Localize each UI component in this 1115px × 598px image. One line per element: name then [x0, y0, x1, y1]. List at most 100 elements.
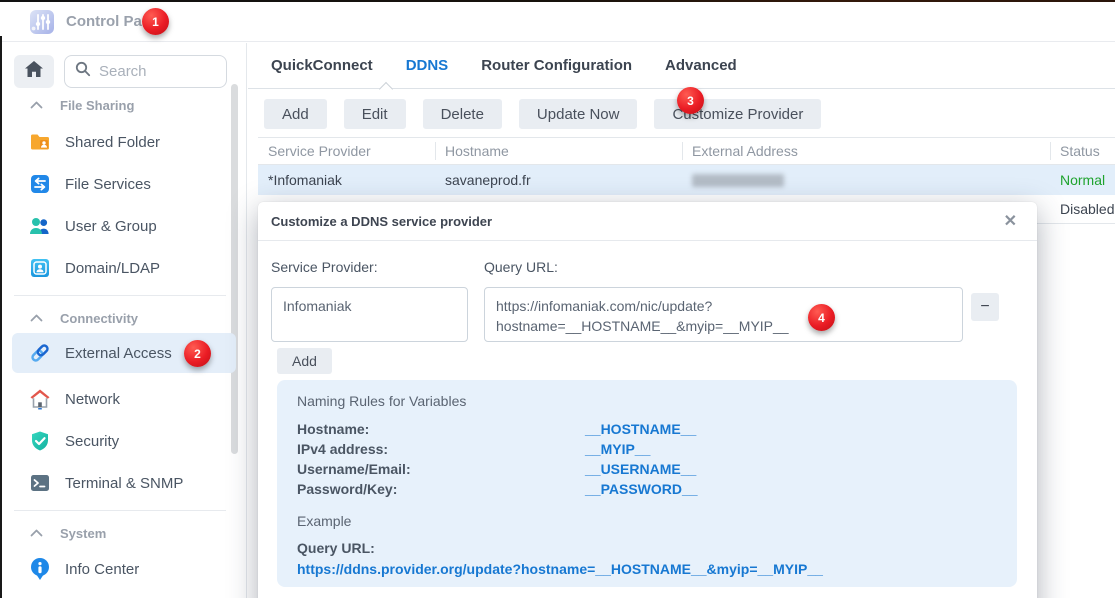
dialog-add-button[interactable]: Add [277, 348, 332, 374]
tab-advanced[interactable]: Advanced [661, 57, 741, 74]
cell-status: Normal [1050, 165, 1115, 195]
sidebar-item-user-group[interactable]: User & Group [12, 206, 236, 246]
example-query-url[interactable]: https://ddns.provider.org/update?hostnam… [297, 561, 823, 577]
edit-button[interactable]: Edit [344, 99, 406, 129]
naming-rules-title: Naming Rules for Variables [297, 393, 466, 409]
variable-label: Hostname: [297, 421, 369, 437]
chevron-up-icon [30, 314, 43, 322]
service-provider-value: Infomaniak [283, 296, 456, 316]
titlebar: Control Panel 1 [0, 2, 1115, 42]
cell-service-provider: *Infomaniak [258, 165, 435, 195]
example-query-url-label: Query URL: [297, 540, 375, 556]
cell-status: Disabled [1050, 195, 1115, 223]
sidebar-item-label: Network [65, 391, 120, 408]
user-group-icon [28, 214, 52, 238]
sidebar-item-label: File Services [65, 176, 151, 193]
variable-row-hostname: Hostname: __HOSTNAME__ [297, 421, 369, 441]
chevron-up-icon [30, 529, 43, 537]
annotation-badge-2: 2 [184, 340, 211, 367]
sidebar-item-network[interactable]: Network [12, 379, 236, 419]
query-url-input[interactable]: https://infomaniak.com/nic/update? hostn… [484, 287, 963, 342]
control-panel-icon [29, 9, 55, 40]
sidebar-item-label: Shared Folder [65, 134, 160, 151]
sidebar-item-label: Security [65, 433, 119, 450]
sidebar-item-shared-folder[interactable]: Shared Folder [12, 122, 236, 162]
tab-router-configuration[interactable]: Router Configuration [477, 57, 636, 74]
variable-row-password: Password/Key: __PASSWORD__ [297, 481, 397, 501]
section-header-connectivity[interactable]: Connectivity [2, 308, 226, 328]
annotation-badge-1: 1 [142, 8, 169, 35]
section-label: System [60, 526, 106, 541]
ddns-toolbar: Add Edit Delete Update Now Customize Pro… [264, 99, 821, 129]
column-header-status[interactable]: Status [1050, 138, 1115, 164]
window-top-edge [0, 0, 1115, 2]
sidebar-item-domain-ldap[interactable]: Domain/LDAP [12, 248, 236, 288]
variable-value: __USERNAME__ [585, 461, 696, 477]
variable-row-username: Username/Email: __USERNAME__ [297, 461, 411, 481]
tab-bar: QuickConnect DDNS Router Configuration A… [248, 43, 1115, 89]
delete-button[interactable]: Delete [423, 99, 502, 129]
dialog-header: Customize a DDNS service provider ✕ [258, 202, 1037, 241]
main-content: QuickConnect DDNS Router Configuration A… [248, 43, 1115, 598]
sidebar-divider [14, 510, 226, 511]
sidebar-divider [14, 295, 226, 296]
sidebar-item-terminal-snmp[interactable]: Terminal & SNMP [12, 463, 236, 503]
column-header-service-provider[interactable]: Service Provider [258, 138, 435, 164]
tab-quickconnect[interactable]: QuickConnect [267, 57, 377, 74]
section-header-file-sharing[interactable]: File Sharing [2, 95, 226, 115]
sidebar: File Sharing Shared Folder [2, 43, 247, 598]
variable-label: IPv4 address: [297, 441, 388, 457]
variable-label: Username/Email: [297, 461, 411, 477]
cell-external-address [682, 165, 1050, 195]
sidebar-item-external-access[interactable]: External Access 2 [12, 333, 236, 373]
home-button[interactable] [14, 55, 54, 88]
annotation-badge-4: 4 [808, 304, 835, 331]
query-url-line-1: https://infomaniak.com/nic/update? [496, 296, 951, 316]
query-url-line-2: hostname=__HOSTNAME__&myip=__MYIP__ [496, 316, 951, 336]
control-panel-window: Control Panel 1 File Sharing [0, 0, 1115, 598]
chevron-up-icon [30, 101, 43, 109]
search-input[interactable] [99, 63, 214, 80]
variable-value: __HOSTNAME__ [585, 421, 696, 437]
file-services-icon [28, 172, 52, 196]
variable-value: __MYIP__ [585, 441, 650, 457]
home-icon [24, 60, 44, 83]
variable-label: Password/Key: [297, 481, 397, 497]
sidebar-item-label: Terminal & SNMP [65, 475, 183, 492]
section-header-system[interactable]: System [2, 523, 226, 543]
annotation-badge-3: 3 [677, 87, 704, 114]
table-header-row: Service Provider Hostname External Addre… [258, 137, 1115, 165]
window-left-edge [0, 36, 2, 598]
section-label: File Sharing [60, 98, 134, 113]
close-icon[interactable]: ✕ [1000, 202, 1021, 241]
sidebar-item-file-services[interactable]: File Services [12, 164, 236, 204]
column-header-hostname[interactable]: Hostname [435, 138, 682, 164]
shared-folder-icon [28, 130, 52, 154]
dialog-title: Customize a DDNS service provider [271, 202, 492, 241]
sidebar-item-info-center[interactable]: Info Center [12, 549, 236, 589]
remove-provider-button[interactable]: − [971, 293, 999, 321]
update-now-button[interactable]: Update Now [519, 99, 638, 129]
sidebar-item-label: Domain/LDAP [65, 260, 160, 277]
query-url-label: Query URL: [484, 259, 558, 275]
customize-ddns-provider-dialog: Customize a DDNS service provider ✕ Serv… [258, 202, 1037, 598]
sidebar-item-label: Info Center [65, 561, 139, 578]
search-box[interactable] [64, 55, 227, 88]
example-label: Example [297, 513, 351, 529]
variable-value: __PASSWORD__ [585, 481, 698, 497]
sidebar-item-label: External Access [65, 345, 172, 362]
section-label: Connectivity [60, 311, 138, 326]
network-icon [28, 387, 52, 411]
tab-ddns[interactable]: DDNS [402, 57, 453, 74]
service-provider-input[interactable]: Infomaniak [271, 287, 468, 342]
cell-hostname: savaneprod.fr [435, 165, 682, 195]
table-row[interactable]: *Infomaniak savaneprod.fr Normal [258, 165, 1115, 195]
search-icon [75, 61, 91, 82]
add-button[interactable]: Add [264, 99, 327, 129]
blurred-external-address [692, 174, 784, 187]
variable-row-ipv4: IPv4 address: __MYIP__ [297, 441, 388, 461]
external-access-icon [28, 341, 52, 365]
security-shield-icon [28, 429, 52, 453]
sidebar-item-security[interactable]: Security [12, 421, 236, 461]
column-header-external-address[interactable]: External Address [682, 138, 1050, 164]
